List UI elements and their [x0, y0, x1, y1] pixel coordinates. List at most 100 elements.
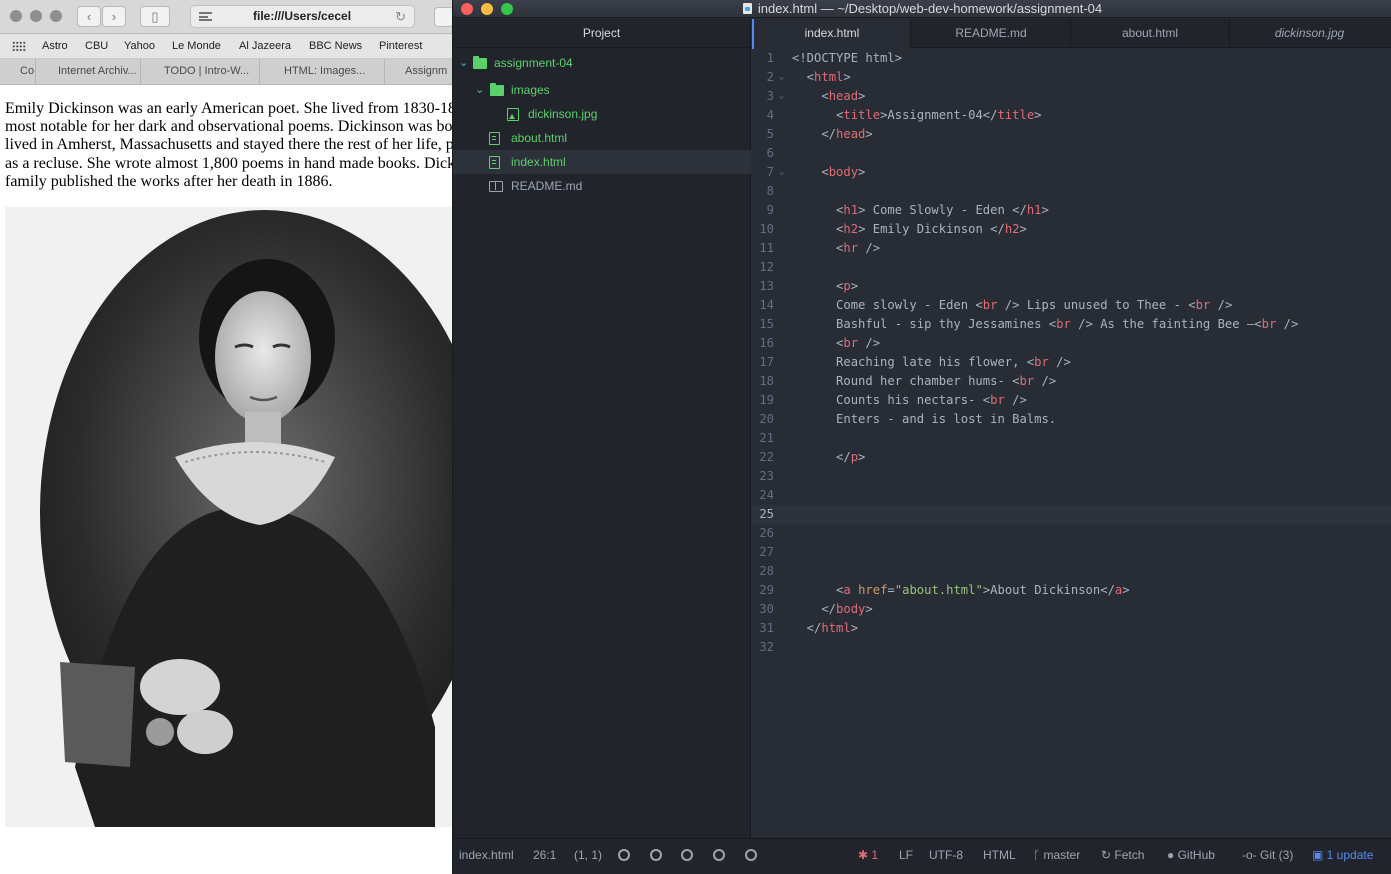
git-button[interactable]: -o- Git (3) [1242, 839, 1293, 872]
grammar[interactable]: HTML [983, 839, 1016, 872]
fold-chevron-icon[interactable]: ⌄ [779, 87, 784, 106]
line-number[interactable]: 25 [752, 505, 774, 524]
fetch-button[interactable]: ↻ Fetch [1101, 839, 1144, 872]
line-number[interactable]: 7 [752, 163, 774, 182]
tab-about-html[interactable]: about.html [1071, 19, 1230, 48]
close-dot[interactable] [461, 3, 473, 15]
sidebar-icon[interactable]: ▯ [140, 6, 170, 27]
code-line[interactable]: 18 Round her chamber hums- <br /> [752, 372, 1391, 391]
tab-dickinson-jpg[interactable]: dickinson.jpg [1230, 19, 1389, 48]
opera-icon[interactable] [713, 839, 725, 872]
tree-item-readme-md[interactable]: README.md [453, 174, 751, 198]
selection-count[interactable]: (1, 1) [574, 839, 602, 872]
line-number[interactable]: 10 [752, 220, 774, 239]
code-line[interactable]: 22 </p> [752, 448, 1391, 467]
line-number[interactable]: 16 [752, 334, 774, 353]
update-button[interactable]: ▣ 1 update [1312, 839, 1373, 872]
linter-issues[interactable]: ✱ 1 [858, 839, 878, 872]
address-bar[interactable]: file:///Users/cecel ↻ [190, 5, 415, 28]
github-button[interactable]: ● GitHub [1167, 839, 1215, 872]
tree-item-about-html[interactable]: about.html [453, 126, 751, 150]
code-line[interactable]: 19 Counts his nectars- <br /> [752, 391, 1391, 410]
code-line[interactable]: 3 ⌄ <head> [752, 87, 1391, 106]
line-number[interactable]: 11 [752, 239, 774, 258]
bookmark-item[interactable]: CBU [85, 40, 108, 52]
code-line[interactable]: 12 [752, 258, 1391, 277]
browser-tab[interactable]: HTML: Images... [260, 59, 385, 84]
forward-icon[interactable]: › [102, 6, 126, 27]
line-number[interactable]: 14 [752, 296, 774, 315]
safari-icon[interactable] [745, 839, 757, 872]
code-line[interactable]: 10 <h2> Emily Dickinson </h2> [752, 220, 1391, 239]
line-number[interactable]: 15 [752, 315, 774, 334]
line-number[interactable]: 5 [752, 125, 774, 144]
bookmark-item[interactable]: Pinterest [379, 40, 422, 52]
code-line[interactable]: 25 [752, 505, 1391, 524]
line-number[interactable]: 12 [752, 258, 774, 277]
code-line[interactable]: 29 <a href="about.html">About Dickinson<… [752, 581, 1391, 600]
line-number[interactable]: 22 [752, 448, 774, 467]
line-number[interactable]: 4 [752, 106, 774, 125]
line-number[interactable]: 1 [752, 49, 774, 68]
line-number[interactable]: 23 [752, 467, 774, 486]
encoding[interactable]: UTF-8 [929, 839, 963, 872]
fold-chevron-icon[interactable]: ⌄ [779, 68, 784, 87]
bookmark-item[interactable]: Astro [42, 40, 68, 52]
line-number[interactable]: 21 [752, 429, 774, 448]
line-number[interactable]: 2 [752, 68, 774, 87]
code-line[interactable]: 5 </head> [752, 125, 1391, 144]
tree-item-dickinson-jpg[interactable]: dickinson.jpg [453, 102, 751, 126]
line-number[interactable]: 27 [752, 543, 774, 562]
minimize-dot[interactable] [30, 10, 42, 22]
code-line[interactable]: 28 [752, 562, 1391, 581]
line-number[interactable]: 24 [752, 486, 774, 505]
zoom-dot[interactable] [50, 10, 62, 22]
tree-item-index-html[interactable]: index.html [453, 150, 751, 174]
bookmark-item[interactable]: Al Jazeera [239, 40, 291, 52]
status-file-name[interactable]: index.html [459, 839, 514, 872]
code-line[interactable]: 7 ⌄ <body> [752, 163, 1391, 182]
code-line[interactable]: 11 <hr /> [752, 239, 1391, 258]
bookmark-item[interactable]: Yahoo [124, 40, 155, 52]
tab-index-html[interactable]: index.html [752, 19, 911, 49]
code-line[interactable]: 9 <h1> Come Slowly - Eden </h1> [752, 201, 1391, 220]
code-line[interactable]: 13 <p> [752, 277, 1391, 296]
code-line[interactable]: 21 [752, 429, 1391, 448]
code-line[interactable]: 16 <br /> [752, 334, 1391, 353]
browser-tab[interactable]: Co [0, 59, 36, 84]
code-line[interactable]: 17 Reaching late his flower, <br /> [752, 353, 1391, 372]
firefox-icon[interactable] [681, 839, 693, 872]
code-line[interactable]: 23 [752, 467, 1391, 486]
chevron-down-icon[interactable]: ⌄ [475, 78, 484, 102]
bookmark-item[interactable]: BBC News [309, 40, 362, 52]
line-number[interactable]: 32 [752, 638, 774, 657]
line-number[interactable]: 9 [752, 201, 774, 220]
line-number[interactable]: 20 [752, 410, 774, 429]
ie-icon[interactable] [618, 839, 630, 872]
code-line[interactable]: 2 ⌄ <html> [752, 68, 1391, 87]
git-branch[interactable]: ᚴ master [1033, 839, 1080, 872]
line-number[interactable]: 6 [752, 144, 774, 163]
reader-icon[interactable] [199, 12, 212, 21]
zoom-dot[interactable] [501, 3, 513, 15]
code-line[interactable]: 6 [752, 144, 1391, 163]
apps-grid-icon[interactable] [12, 41, 26, 52]
reload-icon[interactable]: ↻ [395, 6, 406, 27]
cursor-position[interactable]: 26:1 [533, 839, 556, 872]
code-line[interactable]: 8 [752, 182, 1391, 201]
browser-tab[interactable]: Assignm [385, 59, 460, 84]
line-number[interactable]: 18 [752, 372, 774, 391]
tree-item-images[interactable]: ⌄ images [453, 78, 751, 102]
browser-tab[interactable]: TODO | Intro-W... [141, 59, 260, 84]
line-ending[interactable]: LF [899, 839, 913, 872]
line-number[interactable]: 17 [752, 353, 774, 372]
line-number[interactable]: 13 [752, 277, 774, 296]
code-line[interactable]: 26 [752, 524, 1391, 543]
close-dot[interactable] [10, 10, 22, 22]
chrome-icon[interactable] [650, 839, 662, 872]
tab-readme-md[interactable]: README.md [912, 19, 1071, 48]
line-number[interactable]: 19 [752, 391, 774, 410]
code-line[interactable]: 14 Come slowly - Eden <br /> Lips unused… [752, 296, 1391, 315]
code-line[interactable]: 31 </html> [752, 619, 1391, 638]
chevron-down-icon[interactable]: ⌄ [459, 51, 468, 75]
